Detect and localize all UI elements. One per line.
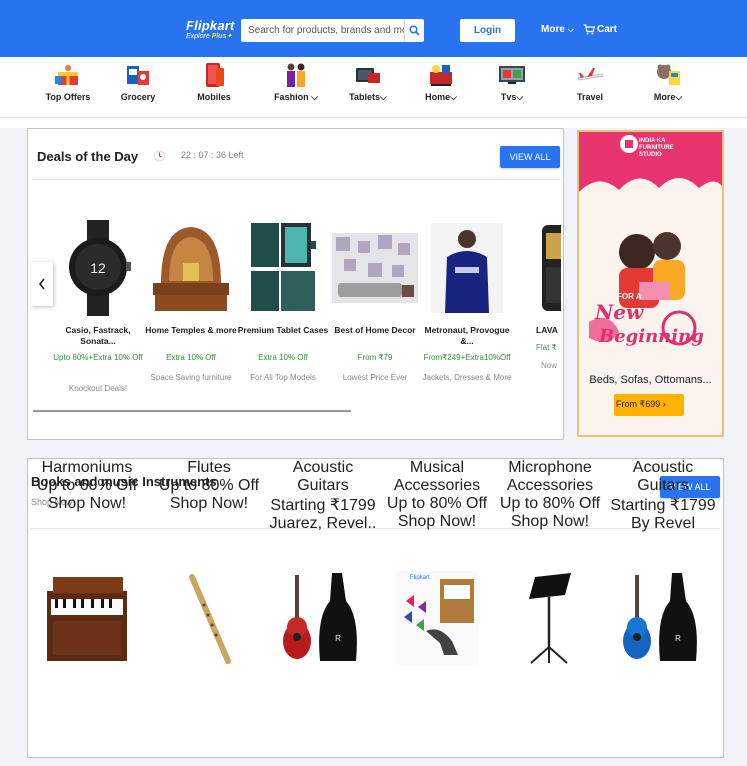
- cart-icon: [583, 24, 595, 35]
- product-image: [332, 233, 418, 303]
- product-item[interactable]: R Acoustic Guitars Starting ₹1799 Juarez…: [268, 459, 378, 749]
- category-grocery[interactable]: Grocery: [108, 57, 168, 118]
- search-button[interactable]: [404, 19, 424, 42]
- mobiles-icon: [206, 63, 224, 87]
- carousel-prev-button[interactable]: [31, 262, 53, 306]
- tvs-icon: [499, 66, 525, 84]
- svg-text:Flipkart: Flipkart: [410, 575, 430, 581]
- ad-artwork: [579, 132, 722, 435]
- deal-item[interactable]: 12 Casio, Fastrack, Sonata... Upto 80%+E…: [51, 129, 145, 399]
- furniture-ad-banner[interactable]: INDIA KA FURNITURE STUDIO FOR A New Begi…: [577, 130, 724, 437]
- deal-item[interactable]: Metronaut, Provogue &... From₹249+Extra1…: [420, 129, 514, 399]
- product-image: R: [623, 573, 697, 661]
- deals-of-the-day-section: Deals of the Day 22 : 07 : 36 Left VIEW …: [27, 128, 564, 440]
- fashion-icon: [287, 63, 305, 87]
- product-item[interactable]: Microphone Accessories Up to 80% Off Sho…: [495, 459, 605, 749]
- category-home[interactable]: Home⌵: [411, 57, 471, 118]
- divider-strip: [0, 118, 747, 128]
- books-music-section: Books and music Instruments Shop Now! VI…: [27, 458, 724, 758]
- cart-link[interactable]: Cart: [583, 24, 617, 35]
- category-travel[interactable]: Travel: [560, 57, 620, 118]
- product-item[interactable]: Flutes Up to 80% Off Shop Now!: [154, 459, 264, 749]
- product-image: R: [283, 573, 357, 661]
- svg-text:12: 12: [90, 260, 106, 276]
- carousel-scrollbar[interactable]: [33, 410, 351, 412]
- svg-text:R: R: [335, 634, 341, 643]
- chevron-left-icon: [38, 278, 45, 290]
- category-tvs[interactable]: Tvs⌵: [482, 57, 542, 118]
- category-bar: Top Offers Grocery Mobiles Fashion ⌵ Tab…: [0, 57, 747, 118]
- deal-item[interactable]: Home Temples & more Extra 10% Off Space …: [144, 129, 238, 399]
- product-item[interactable]: R Acoustic Guitars Starting ₹1799 By Rev…: [608, 459, 718, 749]
- category-mobiles[interactable]: Mobiles: [184, 57, 244, 118]
- top-header: Flipkart Explore Plus✦ Search for produc…: [0, 0, 747, 57]
- grocery-icon: [127, 66, 149, 85]
- product-image: [189, 574, 231, 664]
- category-fashion[interactable]: Fashion ⌵: [266, 57, 326, 118]
- flipkart-logo[interactable]: Flipkart Explore Plus✦: [186, 19, 235, 41]
- category-top-offers[interactable]: Top Offers: [38, 57, 98, 118]
- product-item[interactable]: Harmoniums Up to 60% Off Shop Now!: [32, 459, 142, 749]
- chevron-down-icon: ⌵: [380, 92, 387, 102]
- product-image: [153, 227, 229, 311]
- svg-text:R: R: [675, 634, 681, 643]
- search-input[interactable]: Search for products, brands and more: [241, 19, 404, 42]
- product-image: [529, 573, 571, 664]
- search-icon: [409, 25, 420, 36]
- logo-text: Flipkart: [186, 18, 235, 33]
- category-more[interactable]: More⌵: [638, 57, 698, 118]
- product-image: Flipkart: [396, 571, 478, 665]
- product-image: [251, 223, 316, 311]
- chevron-down-icon: ⌵: [450, 92, 457, 102]
- chevron-down-icon: ⌵: [516, 92, 524, 102]
- logo-tagline: Explore Plus✦: [186, 33, 233, 40]
- deal-item[interactable]: Premium Tablet Cases Extra 10% Off For A…: [236, 129, 330, 399]
- chevron-down-icon: ⌵: [311, 92, 318, 102]
- category-tablets[interactable]: Tablets⌵: [338, 57, 398, 118]
- product-item[interactable]: Flipkart Musical Accessories Up to 80% O…: [382, 459, 492, 749]
- deal-item-clipped[interactable]: LAVA Flat ₹ Now: [528, 129, 561, 399]
- chevron-down-icon: ⌵: [675, 92, 683, 102]
- chevron-down-icon: ⌵: [567, 25, 574, 34]
- home-icon: [430, 65, 452, 86]
- login-button[interactable]: Login: [460, 19, 515, 42]
- offers-icon: [55, 65, 78, 85]
- product-image: [431, 223, 503, 313]
- travel-icon: [577, 68, 604, 81]
- more-menu[interactable]: More ⌵: [541, 24, 574, 35]
- chevron-right-icon: ›: [662, 399, 666, 409]
- tablets-icon: [356, 68, 380, 83]
- product-image: [47, 577, 127, 661]
- product-image: [542, 225, 561, 311]
- more-icon: [657, 64, 680, 85]
- product-image: 12: [69, 220, 131, 316]
- deal-item[interactable]: Best of Home Decor From ₹79 Lowest Price…: [328, 129, 422, 399]
